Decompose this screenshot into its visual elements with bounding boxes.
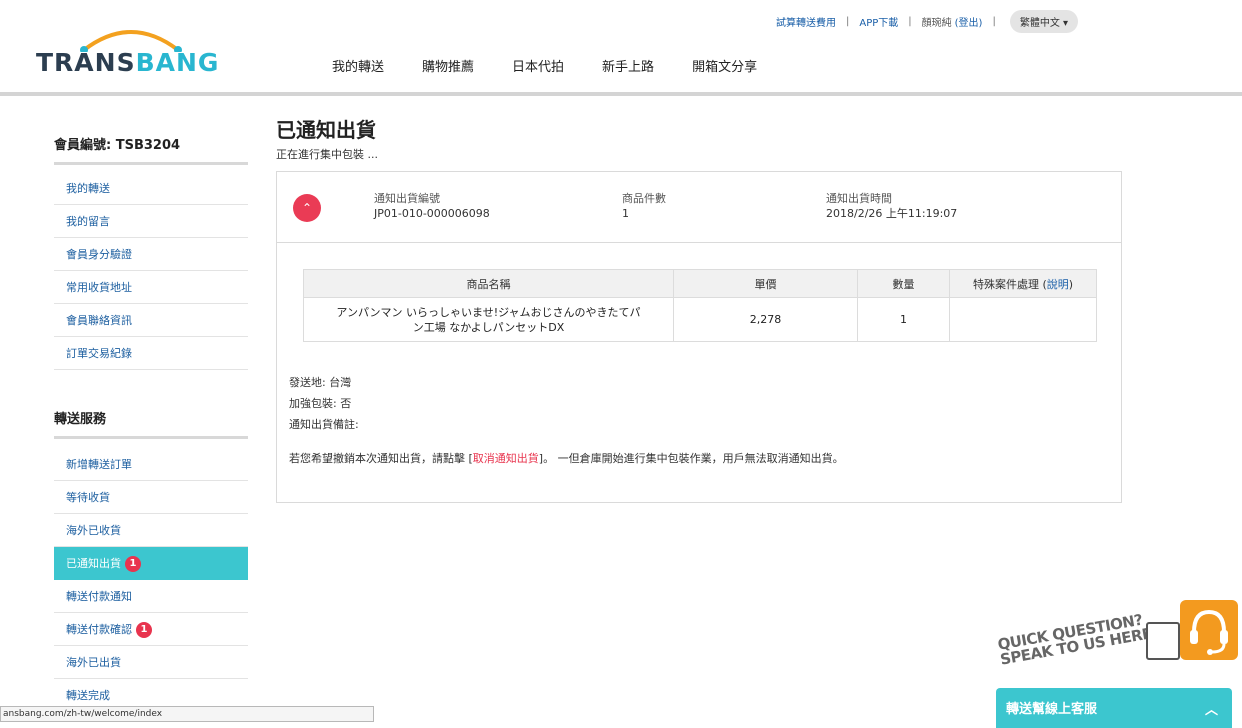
col-header-price: 單價 (673, 269, 858, 298)
header-divider (0, 92, 1242, 96)
sidebar-item-awaiting-receipt[interactable]: 等待收貨 (54, 481, 248, 514)
nav-shopping[interactable]: 購物推薦 (422, 56, 474, 75)
shipment-panel: ⌃ 通知出貨編號 JP01-010-000006098 商品件數 1 通知出貨時… (276, 171, 1122, 503)
account-menu: 我的轉送 我的留言 會員身分驗證 常用收貨地址 會員聯絡資訊 訂單交易紀錄 (54, 172, 248, 370)
shipment-id-value: JP01-010-000006098 (374, 207, 490, 220)
item-count-label: 商品件數 (622, 192, 666, 205)
main-nav: 我的轉送 購物推薦 日本代拍 新手上路 開箱文分享 (332, 56, 795, 75)
sidebar-item-payment-confirm[interactable]: 轉送付款確認 1 (54, 613, 248, 646)
logout-link[interactable]: (登出) (955, 14, 983, 29)
cancel-note: 若您希望撤銷本次通知出貨，請點擊 [取消通知出貨]。 一但倉庫開始進行集中包裝作… (289, 452, 844, 465)
separator: | (908, 16, 912, 27)
nav-my-transfer[interactable]: 我的轉送 (332, 56, 384, 75)
sidebar-item-addresses[interactable]: 常用收貨地址 (54, 271, 248, 304)
shipment-header: ⌃ 通知出貨編號 JP01-010-000006098 商品件數 1 通知出貨時… (277, 172, 1121, 243)
item-count: 商品件數 1 (622, 191, 666, 221)
page-title: 已通知出貨 (276, 118, 376, 142)
page-subtitle: 正在進行集中包裝 ... (276, 148, 378, 161)
sidebar-item-shipment-notified[interactable]: 已通知出貨 1 (54, 547, 248, 580)
shipment-id-label: 通知出貨編號 (374, 192, 440, 205)
separator: | (992, 16, 996, 27)
sidebar-item-shipped-overseas[interactable]: 海外已出貨 (54, 646, 248, 679)
headset-support-icon[interactable] (1180, 600, 1238, 660)
sidebar-item-my-messages[interactable]: 我的留言 (54, 205, 248, 238)
language-select[interactable]: 繁體中文 ▾ (1009, 10, 1079, 33)
table-header-row: 商品名稱 單價 數量 特殊案件處理 (說明) (303, 269, 1097, 298)
separator: | (846, 16, 850, 27)
sidebar-item-identity[interactable]: 會員身分驗證 (54, 238, 248, 271)
speech-bubble-icon (1146, 622, 1180, 660)
sidebar-item-payment-notice[interactable]: 轉送付款通知 (54, 580, 248, 613)
sidebar-item-transactions[interactable]: 訂單交易紀錄 (54, 337, 248, 370)
table-row: アンパンマン いらっしゃいませ!ジャムおじさんのやきたてパ ン工場 なかよしパン… (303, 297, 1097, 342)
item-price-cell: 2,278 (673, 297, 858, 342)
reinforce-text: 加強包裝: 否 (289, 397, 352, 410)
app-download-link[interactable]: APP下載 (859, 14, 898, 29)
service-menu: 新增轉送訂單 等待收貨 海外已收貨 已通知出貨 1 轉送付款通知 轉送付款確認 1 … (54, 448, 248, 712)
origin-text: 發送地: 台灣 (289, 376, 352, 389)
item-name-cell: アンパンマン いらっしゃいませ!ジャムおじさんのやきたてパ ン工場 なかよしパン… (303, 297, 674, 342)
chevron-up-icon: ︿ (1204, 703, 1218, 718)
top-links: 試算轉送費用 | APP下載 | 顏琬純 (登出) | 繁體中文 ▾ (776, 10, 1079, 33)
count-badge: 1 (136, 622, 152, 638)
sidebar-item-my-transfer[interactable]: 我的轉送 (54, 172, 248, 205)
item-special-cell (949, 297, 1097, 342)
count-badge: 1 (125, 556, 141, 572)
item-count-value: 1 (622, 207, 629, 220)
live-support-label: 轉送幫線上客服 (1006, 702, 1098, 717)
shipment-id: 通知出貨編號 JP01-010-000006098 (374, 191, 490, 221)
col-header-special: 特殊案件處理 (說明) (949, 269, 1097, 298)
sidebar-item-new-order[interactable]: 新增轉送訂單 (54, 448, 248, 481)
sidebar-item-contact[interactable]: 會員聯絡資訊 (54, 304, 248, 337)
note-text: 通知出貨備註: (289, 418, 359, 431)
notify-time: 通知出貨時間 2018/2/26 上午11:19:07 (826, 191, 957, 221)
notify-time-label: 通知出貨時間 (826, 192, 892, 205)
sidebar-item-received-overseas[interactable]: 海外已收貨 (54, 514, 248, 547)
nav-japan-auction[interactable]: 日本代拍 (512, 56, 564, 75)
sidebar-divider (54, 162, 248, 165)
col-header-qty: 數量 (857, 269, 950, 298)
member-id: 會員編號: TSB3204 (54, 138, 181, 153)
items-table: 商品名稱 單價 數量 特殊案件處理 (說明) アンパンマン いらっしゃいませ!ジ… (303, 269, 1097, 342)
nav-unboxing[interactable]: 開箱文分享 (692, 56, 757, 75)
service-heading: 轉送服務 (54, 412, 107, 427)
col-header-name: 商品名稱 (303, 269, 674, 298)
nav-beginners[interactable]: 新手上路 (602, 56, 654, 75)
status-bar-url: ansbang.com/zh-tw/welcome/index (0, 706, 374, 722)
sidebar-divider (54, 436, 248, 439)
transbang-logo[interactable]: TRANSBANG (36, 22, 218, 78)
item-qty-cell: 1 (857, 297, 950, 342)
notify-time-value: 2018/2/26 上午11:19:07 (826, 207, 958, 220)
user-name: 顏琬純 (921, 18, 952, 29)
cancel-shipment-link[interactable]: 取消通知出貨 (473, 452, 539, 465)
logo-text: TRANSBANG (36, 48, 220, 77)
headset-icon (1190, 609, 1228, 655)
collapse-toggle-button[interactable]: ⌃ (293, 194, 321, 222)
live-support-bar[interactable]: 轉送幫線上客服 ︿ (996, 688, 1232, 728)
shipping-calculator-link[interactable]: 試算轉送費用 (776, 14, 836, 29)
quick-question-text[interactable]: QUICK QUESTION? SPEAK TO US HERE! (996, 610, 1159, 669)
explain-link[interactable]: 說明 (1047, 278, 1069, 291)
